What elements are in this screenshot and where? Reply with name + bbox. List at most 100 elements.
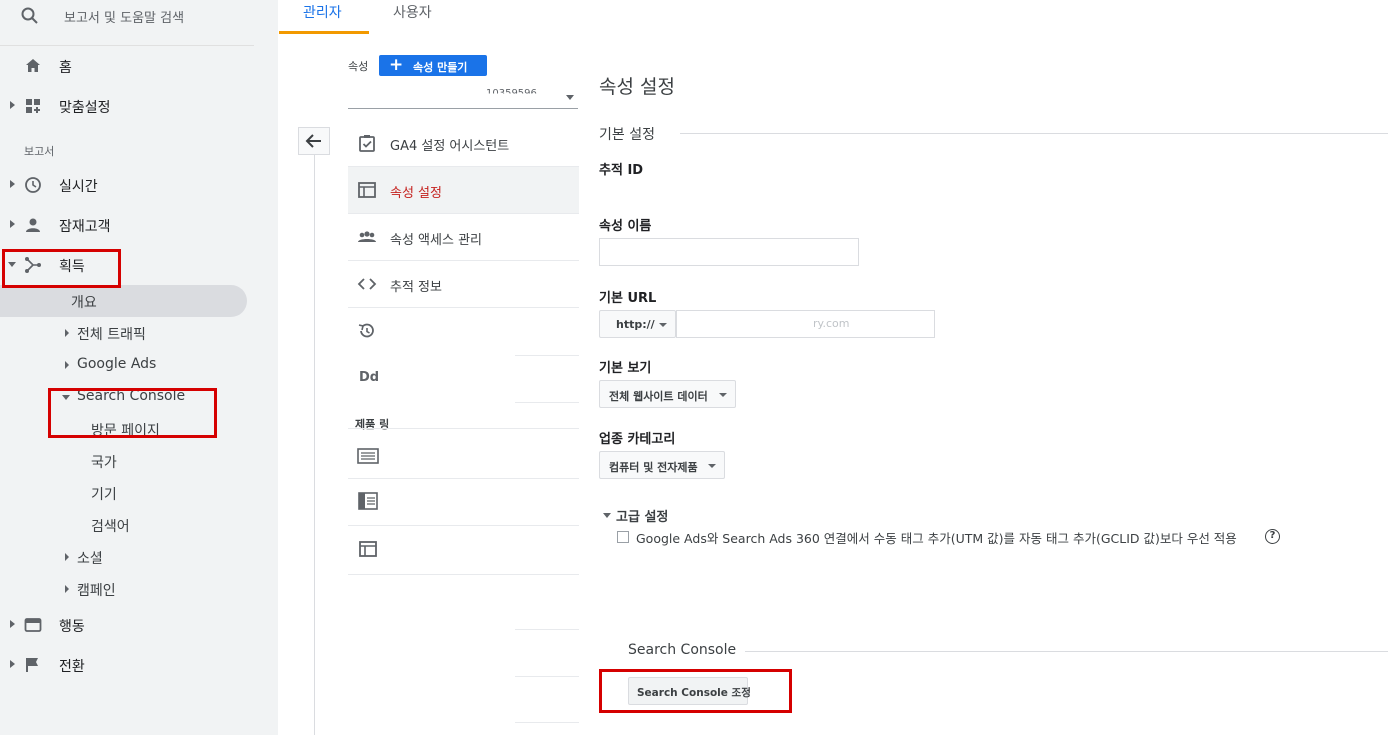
arrow-left-icon [305,134,321,148]
default-url-field[interactable]: ry.com [676,310,935,338]
active-tab-indicator [279,31,369,34]
sidebar-item-google-ads[interactable]: Google Ads [77,356,156,372]
ads-link-icon[interactable] [357,448,379,464]
sidebar-item-overview-active[interactable] [0,285,247,317]
basic-settings-heading: 기본 설정 [599,127,655,143]
flag-icon [26,658,38,672]
clock-icon [25,177,41,193]
back-button[interactable] [298,127,330,155]
property-selector[interactable]: 10359596 [348,82,578,109]
create-property-button[interactable]: + 속성 만들기 [379,55,487,76]
highlight-box-search-console-button [599,669,792,713]
menu-label: 속성 설정 [390,186,442,201]
sidebar-item-devices[interactable]: 기기 [91,484,117,504]
tab-user[interactable]: 사용자 [393,2,432,36]
data-deletion-icon[interactable]: Dd [359,370,379,385]
divider [348,428,579,429]
layout-icon [358,182,376,198]
divider [348,574,579,575]
industry-category-select[interactable]: 컴퓨터 및 전자제품 [599,451,725,479]
divider [348,525,579,526]
search-input[interactable]: 보고서 및 도움말 검색 [64,7,184,26]
sidebar-item-overview[interactable]: 개요 [71,292,97,312]
default-url-value: ry.com [813,317,850,330]
menu-label: 추적 정보 [390,280,442,295]
sidebar-item-audience[interactable]: 잠재고객 [0,207,254,243]
divider [515,676,579,677]
protocol-value: http:// [616,318,655,331]
expand-caret-icon [10,620,15,628]
property-name-label: 속성 이름 [599,219,652,234]
plus-icon: + [389,55,404,75]
search-icon[interactable] [20,6,40,26]
industry-category-value: 컴퓨터 및 전자제품 [609,461,698,474]
sidebar-item-label: 행동 [59,619,85,635]
expand-caret-icon [65,553,69,561]
industry-category-label: 업종 카테고리 [599,432,676,447]
sidebar-item-conversions[interactable]: 전환 [0,647,254,683]
reports-section-label: 보고서 [24,145,55,158]
menu-tracking-info[interactable]: 추적 정보 [348,261,579,308]
section-divider [745,651,1388,652]
expand-caret-icon [10,180,15,188]
people-icon [358,231,376,242]
default-url-label: 기본 URL [599,291,657,306]
dropdown-arrow-icon [566,95,574,100]
sidebar-item-customization[interactable]: 맞춤설정 [0,88,254,124]
sidebar-item-label: 맞춤설정 [59,100,111,116]
history-icon [358,323,374,338]
create-property-label: 속성 만들기 [413,61,468,74]
sidebar-item-realtime[interactable]: 실시간 [0,167,254,203]
divider [515,355,579,356]
collapse-caret-icon[interactable] [603,513,611,518]
sidebar-item-label: 잠재고객 [59,219,111,235]
search-console-heading: Search Console [628,642,737,658]
sidebar: 보고서 및 도움말 검색 홈 맞춤설정 보고서 실시간 잠재고객 획득 개요 전… [0,0,278,735]
sidebar-item-home[interactable]: 홈 [0,48,254,84]
menu-access-management[interactable]: 속성 액세스 관리 [348,214,579,261]
manual-tagging-checkbox[interactable] [617,531,629,543]
search-bar[interactable]: 보고서 및 도움말 검색 [0,0,254,46]
tracking-id-label: 추적 ID [599,163,644,178]
expand-caret-icon [10,101,15,109]
menu-ga4-assistant[interactable]: GA4 설정 어시스턴트 [348,120,579,167]
sidebar-item-label: 홈 [59,60,72,76]
advanced-settings-toggle[interactable]: 고급 설정 [616,506,668,525]
column-divider [314,155,315,735]
expand-caret-icon [65,329,69,337]
divider [515,402,579,403]
highlight-box-search-console [48,388,217,438]
sidebar-item-social[interactable]: 소셜 [77,548,103,568]
dropdown-arrow-icon [708,464,716,468]
protocol-select[interactable]: http:// [599,310,676,338]
person-icon [26,218,40,232]
property-selector-value: 10359596 [486,88,537,99]
menu-property-settings[interactable]: 속성 설정 [348,167,579,214]
adsense-link-icon[interactable] [358,492,378,510]
sidebar-item-label: 실시간 [59,179,98,195]
sidebar-item-queries[interactable]: 검색어 [91,516,130,536]
default-view-label: 기본 보기 [599,361,652,376]
page-title: 속성 설정 [599,76,675,98]
highlight-box-acquisition [2,249,121,288]
help-icon[interactable]: ? [1265,529,1280,544]
divider [515,629,579,630]
product-linking-label: 제품 링 [355,418,390,431]
sidebar-item-behavior[interactable]: 행동 [0,607,254,643]
expand-caret-icon [10,220,15,228]
sidebar-item-campaigns[interactable]: 캠페인 [77,580,116,600]
behavior-icon [24,618,42,632]
sidebar-item-countries[interactable]: 국가 [91,452,117,472]
dropdown-arrow-icon [719,393,727,397]
default-view-select[interactable]: 전체 웹사이트 데이터 [599,380,736,408]
menu-label: GA4 설정 어시스턴트 [390,139,510,154]
sidebar-item-all-traffic[interactable]: 전체 트래픽 [77,324,146,344]
layout-link-icon[interactable] [358,539,378,559]
sidebar-item-label: 전환 [59,659,85,675]
expand-caret-icon [65,585,69,593]
expand-caret-icon [65,361,69,369]
menu-change-history[interactable] [348,308,388,355]
expand-caret-icon [10,660,15,668]
dashboard-icon [26,99,40,113]
property-name-field[interactable] [599,238,859,266]
